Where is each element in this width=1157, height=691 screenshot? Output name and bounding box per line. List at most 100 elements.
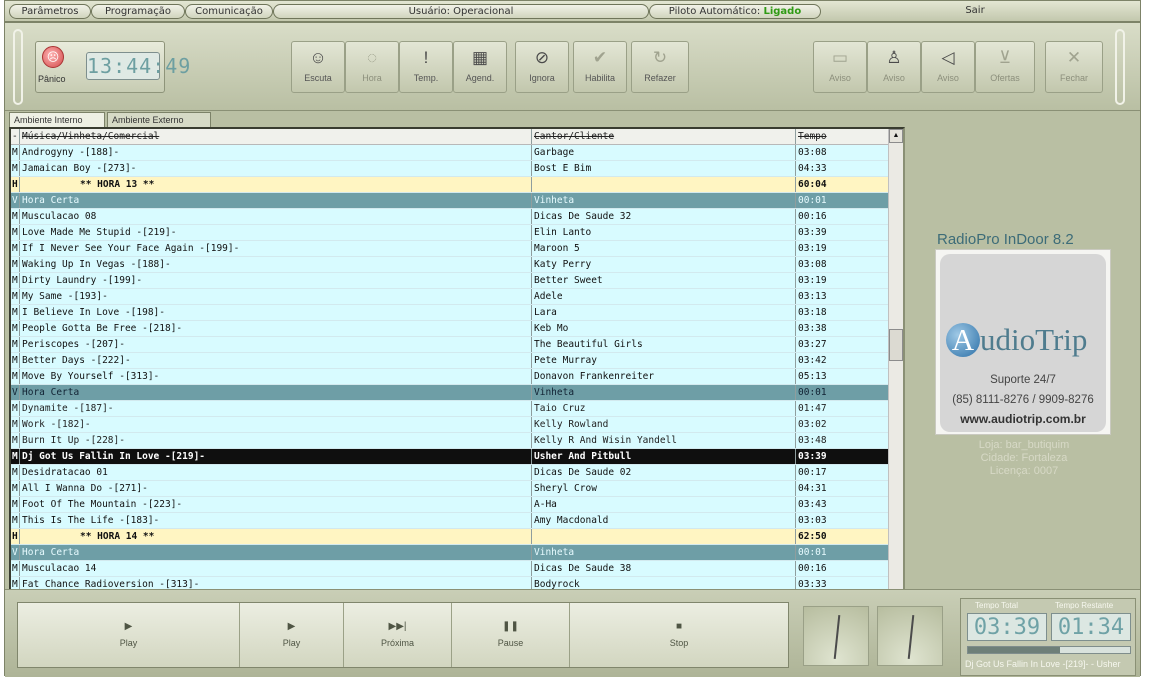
column-artist[interactable]: Cantor/Cliente bbox=[532, 129, 796, 144]
remaining-time-display: 01:34 bbox=[1051, 613, 1131, 641]
aviso-button-1[interactable]: ▭ Aviso bbox=[813, 41, 867, 93]
brand-box: AudioTrip Suporte 24/7 (85) 8111-8276 / … bbox=[935, 249, 1111, 435]
fechar-button[interactable]: ✕ Fechar bbox=[1045, 41, 1103, 93]
play-button-2[interactable]: ▶ Play bbox=[240, 603, 344, 667]
table-row[interactable]: H ** HORA 13 ** 60:04 bbox=[11, 177, 903, 193]
stop-icon: ■ bbox=[675, 621, 683, 632]
aviso-button-3[interactable]: ◁ Aviso bbox=[921, 41, 975, 93]
table-row[interactable]: M Foot Of The Mountain -[223]- A-Ha 03:43 bbox=[11, 497, 903, 513]
next-button[interactable]: ▶▶| Próxima bbox=[344, 603, 452, 667]
table-row[interactable]: M Waking Up In Vegas -[188]- Katy Perry 03:… bbox=[11, 257, 903, 273]
table-row[interactable]: M My Same -[193]- Adele 03:13 bbox=[11, 289, 903, 305]
row-type: H bbox=[11, 177, 20, 192]
row-artist: Usher And Pitbull bbox=[532, 449, 796, 464]
row-title: Dj Got Us Fallin In Love -[219]- bbox=[20, 449, 532, 464]
menu-programacao[interactable]: Programação bbox=[91, 4, 185, 19]
playlist-scrollbar[interactable]: ▲ ▼ bbox=[888, 129, 903, 603]
stop-label: Stop bbox=[669, 638, 689, 648]
escuta-button[interactable]: ☺ Escuta bbox=[291, 41, 345, 93]
printer-icon: ▭ bbox=[831, 48, 849, 67]
row-title: This Is The Life -[183]- bbox=[20, 513, 532, 528]
row-title: Hora Certa bbox=[20, 385, 532, 400]
row-type: M bbox=[11, 257, 20, 272]
exit-button[interactable]: Sair bbox=[905, 4, 1045, 19]
row-title: Musculacao 14 bbox=[20, 561, 532, 576]
table-row[interactable]: H ** HORA 14 ** 62:50 bbox=[11, 529, 903, 545]
table-row[interactable]: M Love Made Me Stupid -[219]- Elin Lanto 03… bbox=[11, 225, 903, 241]
table-row[interactable]: M Desidratacao 01 Dicas De Saude 02 00:17 bbox=[11, 465, 903, 481]
row-artist: Sheryl Crow bbox=[532, 481, 796, 496]
table-row[interactable]: M This Is The Life -[183]- Amy Macdonald 03… bbox=[11, 513, 903, 529]
ignora-button[interactable]: ⊘ Ignora bbox=[515, 41, 569, 93]
ignora-label: Ignora bbox=[529, 73, 555, 83]
column-title[interactable]: Música/Vinheta/Comercial bbox=[20, 129, 532, 144]
transport-bar: ▶ Play ▶ Play ▶▶| Próxima ❚❚ Pause ■ Sto… bbox=[17, 602, 789, 668]
row-time: 03:42 bbox=[798, 355, 827, 366]
table-row[interactable]: M Dirty Laundry -[199]- Better Sweet 03:19 bbox=[11, 273, 903, 289]
row-artist: Elin Lanto bbox=[532, 225, 796, 240]
timer-panel: Tempo Total Tempo Restante 03:39 01:34 D… bbox=[960, 598, 1136, 676]
scroll-thumb[interactable] bbox=[889, 329, 903, 361]
menu-parametros[interactable]: Parâmetros bbox=[9, 4, 91, 19]
temp-button[interactable]: ǃ Temp. bbox=[399, 41, 453, 93]
row-title: Burn It Up -[228]- bbox=[20, 433, 532, 448]
scroll-up-icon[interactable]: ▲ bbox=[889, 129, 903, 143]
column-time[interactable]: Tempo bbox=[796, 129, 890, 144]
agend-button[interactable]: ▦ Agend. bbox=[453, 41, 507, 93]
habilita-button[interactable]: ✔ Habilita bbox=[573, 41, 627, 93]
table-row[interactable]: M Better Days -[222]- Pete Murray 03:42 bbox=[11, 353, 903, 369]
stop-button[interactable]: ■ Stop bbox=[570, 603, 788, 667]
ofertas-button[interactable]: ⊻ Ofertas bbox=[975, 41, 1035, 93]
row-title: Musculacao 08 bbox=[20, 209, 532, 224]
table-row[interactable]: M Work -[182]- Kelly Rowland 03:02 bbox=[11, 417, 903, 433]
table-row[interactable]: M Dynamite -[187]- Taio Cruz 01:47 bbox=[11, 401, 903, 417]
column-type[interactable]: - bbox=[11, 129, 20, 144]
row-time: 04:31 bbox=[798, 483, 827, 494]
support-website[interactable]: www.audiotrip.com.br bbox=[940, 412, 1106, 426]
row-artist: Garbage bbox=[532, 145, 796, 160]
table-row[interactable]: MI Believe In Love -[198]- Lara 03:18 bbox=[11, 305, 903, 321]
toolbar-right-bracket bbox=[1115, 29, 1125, 105]
table-row[interactable]: V Hora Certa Vinheta 00:01 bbox=[11, 385, 903, 401]
pause-button[interactable]: ❚❚ Pause bbox=[452, 603, 570, 667]
row-time: 00:17 bbox=[798, 467, 827, 478]
autopilot-status[interactable]: Piloto Automático: Ligado bbox=[649, 4, 821, 19]
table-row[interactable]: M All I Wanna Do -[271]- Sheryl Crow 04:31 bbox=[11, 481, 903, 497]
row-artist: Adele bbox=[532, 289, 796, 304]
user-label: Usuário: bbox=[408, 6, 450, 17]
ofertas-label: Ofertas bbox=[990, 73, 1020, 83]
cart-icon: ⊻ bbox=[998, 48, 1012, 67]
table-row[interactable]: M Musculacao 08 Dicas De Saude 32 00:16 bbox=[11, 209, 903, 225]
row-type: M bbox=[11, 449, 20, 464]
table-row[interactable]: M Move By Yourself -[313]- Donavon Franken… bbox=[11, 369, 903, 385]
agend-label: Agend. bbox=[465, 73, 495, 83]
table-row[interactable]: M Periscopes -[207]- The Beautiful Girls 03… bbox=[11, 337, 903, 353]
hora-button[interactable]: ◌ Hora bbox=[345, 41, 399, 93]
table-row[interactable]: M If I Never See Your Face Again -[199]- M… bbox=[11, 241, 903, 257]
table-row[interactable]: M Dj Got Us Fallin In Love -[219]- Usher A… bbox=[11, 449, 903, 465]
refazer-button[interactable]: ↻ Refazer bbox=[631, 41, 689, 93]
aviso-button-2[interactable]: ♙ Aviso bbox=[867, 41, 921, 93]
table-row[interactable]: M Androgyny -[188]- Garbage 03:08 bbox=[11, 145, 903, 161]
table-row[interactable]: M Musculacao 14 Dicas De Saude 38 00:16 bbox=[11, 561, 903, 577]
row-artist: Dicas De Saude 02 bbox=[532, 465, 796, 480]
table-row[interactable]: M Jamaican Boy -[273]- Bost E Bim 04:33 bbox=[11, 161, 903, 177]
table-row[interactable]: M Burn It Up -[228]- Kelly R And Wisin Yan… bbox=[11, 433, 903, 449]
menu-comunicacao[interactable]: Comunicação bbox=[185, 4, 273, 19]
table-row[interactable]: M People Gotta Be Free -[218]- Keb Mo 03:38 bbox=[11, 321, 903, 337]
play-button-1[interactable]: ▶ Play bbox=[18, 603, 240, 667]
row-time: 03:19 bbox=[798, 275, 827, 286]
table-row[interactable]: V Hora Certa Vinheta 00:01 bbox=[11, 193, 903, 209]
tab-ambiente-interno[interactable]: Ambiente Interno bbox=[9, 112, 105, 128]
total-time-display: 03:39 bbox=[967, 613, 1047, 641]
row-title: Dynamite -[187]- bbox=[20, 401, 532, 416]
track-progress-fill bbox=[968, 647, 1061, 653]
temp-label: Temp. bbox=[413, 73, 439, 83]
store-license: Licença: 0007 bbox=[989, 465, 1059, 477]
row-time: 03:43 bbox=[798, 499, 827, 510]
panic-button[interactable]: ☹ Pânico 13:44:49 bbox=[35, 41, 190, 93]
tab-ambiente-externo[interactable]: Ambiente Externo bbox=[107, 112, 211, 128]
vu-needle-right bbox=[907, 615, 915, 659]
table-row[interactable]: V Hora Certa Vinheta 00:01 bbox=[11, 545, 903, 561]
row-type: V bbox=[11, 193, 20, 208]
